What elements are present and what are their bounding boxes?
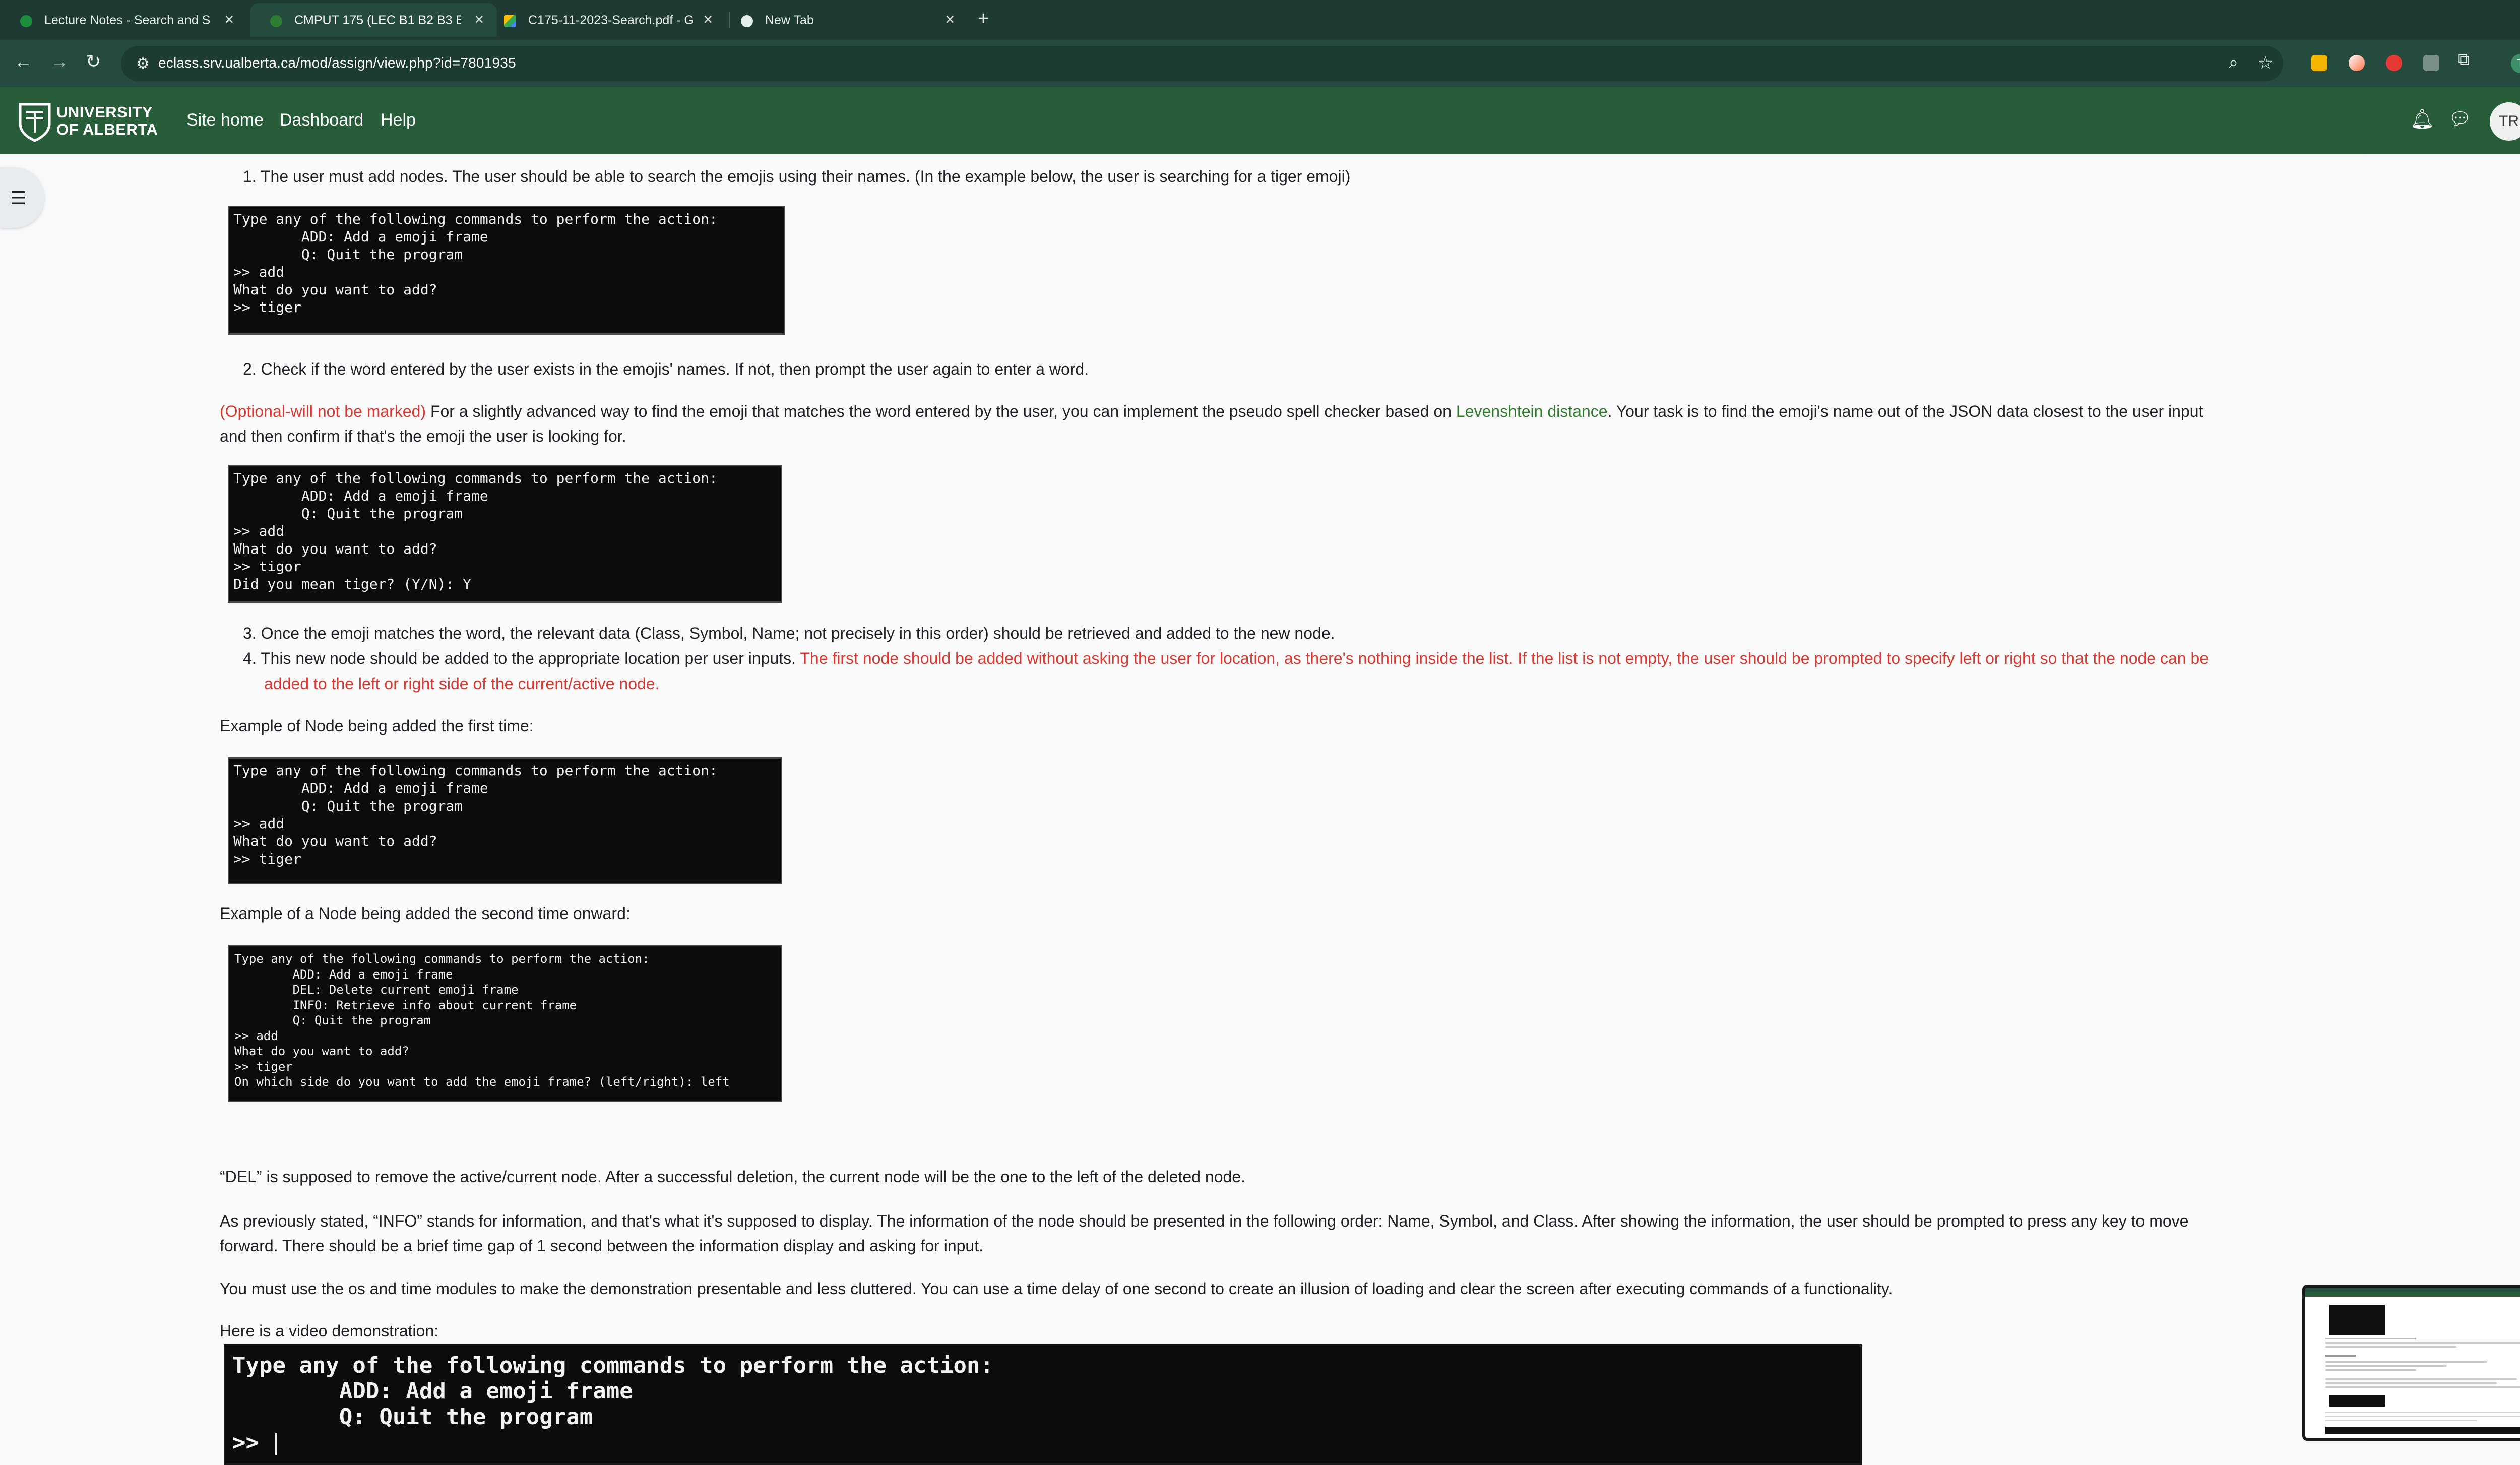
- info-paragraph: As previously stated, “INFO” stands for …: [220, 1212, 2189, 1230]
- optional-paragraph: (Optional-will not be marked) For a slig…: [220, 399, 2357, 424]
- extension-icon[interactable]: [2386, 55, 2402, 71]
- forward-arrow-icon[interactable]: →: [50, 51, 69, 72]
- eclass-favicon-icon: [270, 15, 282, 27]
- os-time-paragraph: You must use the os and time modules to …: [220, 1279, 1893, 1298]
- messages-chat-icon[interactable]: 💬︎: [2448, 108, 2472, 130]
- video-frame-text: Type any of the following commands to pe…: [225, 1346, 1860, 1462]
- video-player[interactable]: Type any of the following commands to pe…: [224, 1344, 1862, 1465]
- tab-title: Lecture Notes - Search and S: [44, 13, 211, 27]
- optional-text: For a slightly advanced way to find the …: [426, 402, 1456, 420]
- browser-tab-strip: Lecture Notes - Search and S × CMPUT 175…: [0, 0, 2520, 40]
- extension-icon[interactable]: [2423, 55, 2439, 71]
- extensions-puzzle-icon[interactable]: ⧉: [2458, 50, 2470, 70]
- list-item-4-line2: added to the left or right side of the c…: [264, 675, 660, 693]
- list-number: 2.: [243, 360, 257, 378]
- video-terminal-text: Type any of the following commands to pe…: [232, 1353, 993, 1455]
- site-navbar: UNIVERSITY OF ALBERTA Site home Dashboar…: [0, 87, 2520, 154]
- tab-pdf[interactable]: C175-11-2023-Search.pdf - G ×: [484, 3, 726, 37]
- terminal-example-spellcheck: Type any of the following commands to pe…: [228, 465, 782, 603]
- logo-line: UNIVERSITY: [56, 103, 153, 121]
- user-avatar[interactable]: TR: [2490, 102, 2520, 141]
- terminal-output: Type any of the following commands to pe…: [233, 211, 718, 316]
- browser-profile-avatar[interactable]: T: [2511, 54, 2520, 73]
- terminal-example-second-node: Type any of the following commands to pe…: [228, 945, 782, 1102]
- terminal-example-add: Type any of the following commands to pe…: [228, 206, 785, 335]
- extension-icon[interactable]: [2349, 55, 2365, 71]
- tab-lecture-notes[interactable]: Lecture Notes - Search and S ×: [0, 3, 247, 37]
- nav-dashboard[interactable]: Dashboard: [280, 110, 363, 130]
- tab-cmput175[interactable]: CMPUT 175 (LEC B1 B2 B3 B ×: [250, 3, 497, 37]
- tab-title: New Tab: [765, 13, 814, 27]
- example-first-label: Example of Node being added the first ti…: [220, 717, 534, 735]
- del-paragraph: “DEL” is supposed to remove the active/c…: [220, 1168, 1245, 1186]
- list-item-2: 2. Check if the word entered by the user…: [243, 357, 1089, 382]
- bookmark-star-icon[interactable]: ☆: [2258, 53, 2273, 73]
- back-arrow-icon[interactable]: ←: [14, 51, 32, 72]
- extension-icon[interactable]: [2311, 55, 2327, 71]
- optional-paragraph-line2: and then confirm if that's the emoji the…: [220, 427, 626, 445]
- list-number: 1.: [243, 167, 257, 186]
- browser-toolbar: ← → ↻ ⚙ eclass.srv.ualberta.ca/mod/assig…: [0, 40, 2520, 87]
- close-tab-icon[interactable]: ×: [224, 10, 234, 29]
- list-text: The user must add nodes. The user should…: [261, 167, 1351, 186]
- reload-icon[interactable]: ↻: [86, 51, 101, 72]
- list-number: 4.: [243, 649, 257, 667]
- text-cursor: [275, 1433, 277, 1455]
- university-logo-text[interactable]: UNIVERSITY OF ALBERTA: [56, 104, 158, 138]
- tab-title: C175-11-2023-Search.pdf - G: [528, 13, 694, 27]
- info-paragraph-line2: forward. There should be a brief time ga…: [220, 1237, 983, 1255]
- list-item-4: 4. This new node should be added to the …: [243, 646, 2360, 671]
- tab-new-tab[interactable]: New Tab ×: [721, 3, 968, 37]
- list-item-3: 3. Once the emoji matches the word, the …: [243, 621, 1335, 646]
- site-info-icon[interactable]: ⚙: [136, 55, 150, 73]
- list-number: 3.: [243, 624, 257, 642]
- assignment-description: 1. The user must add nodes. The user sho…: [202, 154, 2364, 1465]
- new-tab-plus-icon[interactable]: +: [978, 8, 989, 30]
- drive-favicon-icon: [20, 15, 32, 27]
- logo-line: OF ALBERTA: [56, 120, 158, 138]
- nav-help[interactable]: Help: [381, 110, 416, 130]
- tab-title: CMPUT 175 (LEC B1 B2 B3 B: [294, 13, 461, 27]
- course-index-toggle[interactable]: ☰: [0, 167, 44, 228]
- list-text: Once the emoji matches the word, the rel…: [261, 624, 1335, 642]
- terminal-example-first-node: Type any of the following commands to pe…: [228, 757, 782, 884]
- url-text[interactable]: eclass.srv.ualberta.ca/mod/assign/view.p…: [158, 55, 516, 71]
- list-text: This new node should be added to the app…: [261, 649, 800, 667]
- zoom-icon[interactable]: ⌕: [2229, 53, 2238, 73]
- video-demo-label: Here is a video demonstration:: [220, 1322, 438, 1340]
- address-bar[interactable]: ⚙ eclass.srv.ualberta.ca/mod/assign/view…: [121, 46, 2283, 81]
- drive-favicon-icon: [504, 15, 516, 27]
- university-crest-icon[interactable]: [17, 101, 52, 142]
- example-second-label: Example of a Node being added the second…: [220, 904, 631, 923]
- nav-site-home[interactable]: Site home: [186, 110, 264, 130]
- terminal-output: Type any of the following commands to pe…: [233, 762, 718, 867]
- page-thumbnail-image: [2305, 1288, 2520, 1434]
- terminal-output: Type any of the following commands to pe…: [233, 470, 718, 592]
- optional-label: (Optional-will not be marked): [220, 402, 426, 420]
- list-text: Check if the word entered by the user ex…: [261, 360, 1089, 378]
- list-icon: ☰: [10, 188, 27, 208]
- list-item-1: 1. The user must add nodes. The user sho…: [243, 164, 1350, 189]
- close-tab-icon[interactable]: ×: [703, 10, 713, 29]
- close-tab-icon[interactable]: ×: [945, 10, 955, 29]
- notifications-bell-icon[interactable]: 🔔︎: [2410, 108, 2434, 131]
- close-tab-icon[interactable]: ×: [474, 10, 484, 29]
- levenshtein-link[interactable]: Levenshtein distance: [1456, 402, 1608, 420]
- list-text-highlight: The first node should be added without a…: [800, 649, 2209, 667]
- globe-icon: [741, 15, 753, 27]
- optional-text: . Your task is to find the emoji's name …: [1607, 402, 2203, 420]
- terminal-output: Type any of the following commands to pe…: [234, 952, 730, 1089]
- page-thumbnail-preview[interactable]: [2302, 1285, 2520, 1441]
